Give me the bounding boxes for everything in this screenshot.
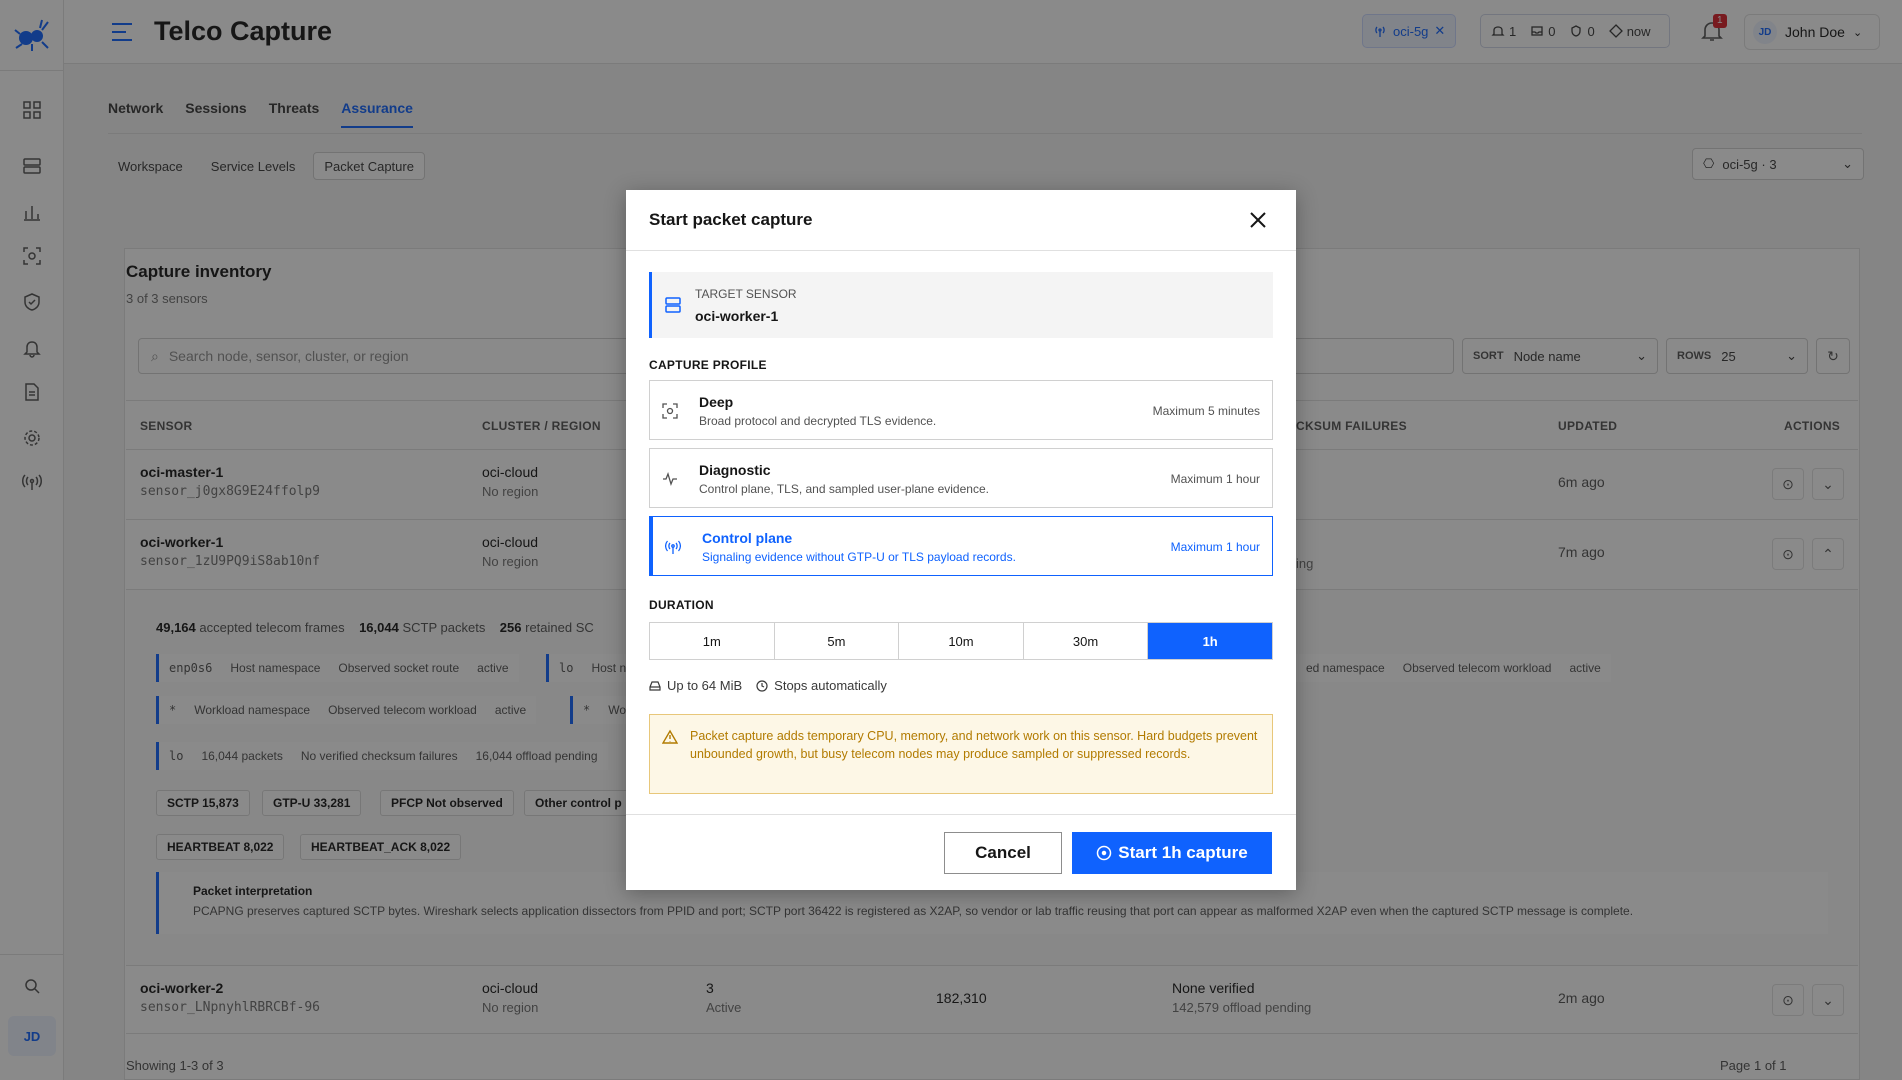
profile-max: Maximum 1 hour xyxy=(1170,540,1260,554)
warning-icon xyxy=(662,729,678,744)
profile-name: Control plane xyxy=(702,530,793,546)
duration-selector: 1m 5m 10m 30m 1h xyxy=(649,622,1273,660)
duration-1h[interactable]: 1h xyxy=(1148,623,1272,659)
duration-30m[interactable]: 30m xyxy=(1023,623,1149,659)
profile-max: Maximum 1 hour xyxy=(1170,472,1260,486)
start-capture-dialog: Start packet capture TARGET SENSOR oci-w… xyxy=(626,190,1296,890)
profile-option-diagnostic[interactable]: Diagnostic Control plane, TLS, and sampl… xyxy=(649,448,1273,508)
profile-name: Deep xyxy=(699,394,734,410)
target-value: oci-worker-1 xyxy=(695,308,779,324)
target-sensor: TARGET SENSOR oci-worker-1 xyxy=(649,272,1273,338)
size-limit: Up to 64 MiB xyxy=(667,678,743,693)
profile-desc: Control plane, TLS, and sampled user-pla… xyxy=(699,482,989,496)
duration-1m[interactable]: 1m xyxy=(650,623,775,659)
profile-option-deep[interactable]: Deep Broad protocol and decrypted TLS ev… xyxy=(649,380,1273,440)
start-capture-label: Start 1h capture xyxy=(1118,843,1248,862)
duration-section-label: DURATION xyxy=(649,598,714,612)
warning-text: Packet capture adds temporary CPU, memor… xyxy=(690,729,1258,761)
profile-name: Diagnostic xyxy=(699,462,771,478)
duration-10m[interactable]: 10m xyxy=(899,623,1024,659)
storage-icon xyxy=(649,680,661,691)
profile-max: Maximum 5 minutes xyxy=(1152,404,1260,418)
pulse-icon xyxy=(663,472,677,486)
record-icon xyxy=(1097,845,1112,861)
clock-icon xyxy=(756,679,768,692)
profile-option-control-plane[interactable]: Control plane Signaling evidence without… xyxy=(649,516,1273,576)
auto-stop: Stops automatically xyxy=(774,678,887,693)
target-label: TARGET SENSOR xyxy=(695,287,797,301)
profile-section-label: CAPTURE PROFILE xyxy=(649,358,767,372)
warning-notice: Packet capture adds temporary CPU, memor… xyxy=(649,714,1273,794)
close-icon[interactable] xyxy=(1246,208,1270,232)
scan-icon xyxy=(662,403,678,419)
antenna-icon xyxy=(665,540,681,554)
profile-desc: Broad protocol and decrypted TLS evidenc… xyxy=(699,414,937,428)
duration-5m[interactable]: 5m xyxy=(774,623,900,659)
profile-desc: Signaling evidence without GTP-U or TLS … xyxy=(702,550,1016,564)
cancel-button[interactable]: Cancel xyxy=(944,832,1062,874)
dialog-title: Start packet capture xyxy=(649,210,813,229)
start-capture-button[interactable]: Start 1h capture xyxy=(1072,832,1272,874)
capture-limits: Up to 64 MiB Stops automatically xyxy=(649,678,887,693)
server-icon xyxy=(665,297,681,313)
